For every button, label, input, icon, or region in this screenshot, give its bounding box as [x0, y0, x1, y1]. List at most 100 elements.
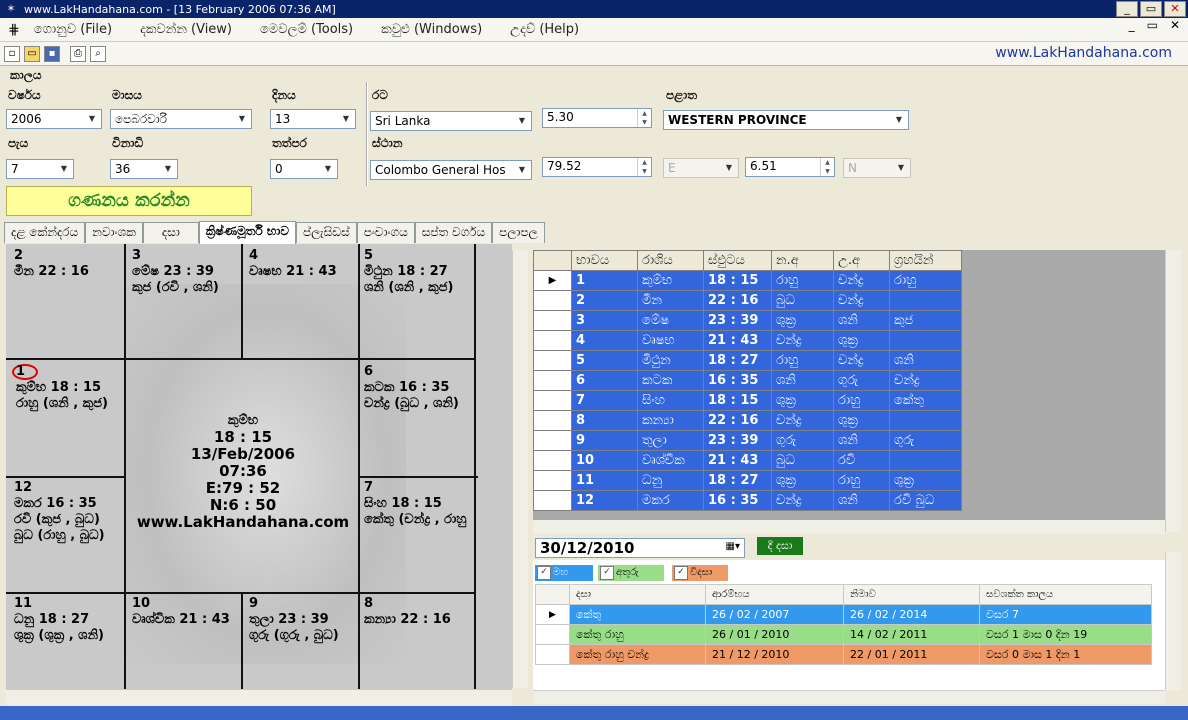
kp-cell[interactable] — [889, 410, 962, 431]
kp-cell[interactable]: රාහු — [771, 270, 834, 291]
kp-cell[interactable]: මිථුන — [637, 350, 704, 371]
second-select[interactable]: 0 ▼ — [270, 159, 338, 179]
col-nakshatra-lord[interactable]: න.අ — [771, 250, 834, 271]
kp-cell[interactable]: ගුරු — [771, 430, 834, 451]
kp-cell[interactable]: රවි බුධ — [889, 490, 962, 511]
close-button[interactable]: ✕ — [1164, 1, 1186, 17]
calendar-icon[interactable]: ▦▾ — [726, 541, 740, 552]
house-12[interactable]: 12 මකර 16 : 35 රවි (කුජ , බුධ) බුධ (රාහු , … — [14, 480, 105, 544]
kp-row[interactable]: 6 කටක 16 : 35 ශනි ගුරු චන්ද්‍ර — [533, 370, 962, 391]
dasha-date-picker[interactable]: 30/12/2010 ▦▾ — [535, 538, 745, 558]
save-icon[interactable]: ▪ — [44, 45, 60, 62]
kp-row[interactable]: ▶ 1 කුම්භ 18 : 15 රාහු චන්ද්‍ර රාහු — [533, 270, 962, 291]
kp-cell[interactable]: 23 : 39 — [703, 430, 772, 451]
col-rashi[interactable]: රාශිය — [637, 250, 704, 271]
house-8[interactable]: 8 කන්‍යා 22 : 16 — [364, 596, 451, 628]
kp-cell[interactable]: ගුරු — [889, 430, 962, 451]
menu-view[interactable]: දකවන්න (View) — [140, 22, 232, 37]
tab-panchanga[interactable]: පංචාංගය — [356, 222, 415, 243]
kp-cell[interactable]: තුලා — [637, 430, 704, 451]
calculate-button[interactable]: ගණනය කරන්න — [6, 186, 252, 216]
dasha-row[interactable]: කේතු රාහු චන්ද්‍ර 21 / 12 / 2010 22 / 01 /… — [535, 644, 1152, 665]
latitude-spinner[interactable]: 6.51 ▲ ▼ — [745, 157, 835, 177]
new-icon[interactable]: ▫ — [4, 45, 20, 62]
row-selector[interactable] — [533, 450, 572, 471]
kp-cell[interactable]: වෘෂභ — [637, 330, 704, 351]
dasha-cell[interactable]: 22 / 01 / 2011 — [843, 644, 980, 665]
row-selector[interactable] — [533, 410, 572, 431]
dasha-row[interactable]: කේතු රාහු 26 / 01 / 2010 14 / 02 / 2011 වසර… — [535, 624, 1152, 645]
kp-cell[interactable]: ගුරු — [833, 370, 890, 391]
hour-select[interactable]: 7 ▼ — [6, 159, 74, 179]
tab-saptha-varga[interactable]: සප්ත වර්ගය — [414, 222, 493, 243]
dasha-cell[interactable]: 26 / 02 / 2014 — [843, 604, 980, 625]
menu-tools[interactable]: මෙවලම් (Tools) — [260, 22, 353, 37]
kp-row[interactable]: 5 මිථුන 18 : 27 රාහු චන්ද්‍ර ශනි — [533, 350, 962, 371]
dasha-cell[interactable]: 26 / 01 / 2010 — [705, 624, 844, 645]
kp-cell[interactable]: 9 — [571, 430, 638, 451]
tab-placidus[interactable]: ප්ලැසිඩස් — [295, 222, 357, 243]
kp-cell[interactable]: 22 : 16 — [703, 410, 772, 431]
kp-cell[interactable]: සිංහ — [637, 390, 704, 411]
website-link[interactable]: www.LakHandahana.com — [995, 45, 1172, 61]
row-selector[interactable] — [533, 330, 572, 351]
house-3[interactable]: 3 මේෂ 23 : 39 කුජ (රවි , ශනි) — [132, 248, 219, 296]
mdi-close-button[interactable]: ✕ — [1170, 18, 1180, 32]
tab-navamsha[interactable]: නවාංශක — [85, 222, 143, 243]
col-bhava[interactable]: භාවය — [571, 250, 638, 271]
kp-cell[interactable]: රාහු — [833, 390, 890, 411]
kp-cell[interactable]: ශුක්‍ර — [771, 310, 834, 331]
kp-cell[interactable]: බුධ — [771, 450, 834, 471]
col-duration[interactable]: සවශක්ත කාලය — [979, 584, 1152, 605]
menu-windows[interactable]: කවුළු (Windows) — [381, 22, 482, 37]
col-sphuta[interactable]: ස්ඵුටය — [703, 250, 772, 271]
tab-krishnamurti[interactable]: ක්‍රිෂ්ණමූර්ති භාව — [198, 221, 296, 244]
day-select[interactable]: 13 ▼ — [270, 109, 356, 129]
kp-cell[interactable]: 1 — [571, 270, 638, 291]
dasha-cell[interactable]: කේතු — [569, 604, 706, 625]
kp-cell[interactable]: ශනි — [771, 370, 834, 391]
menu-file[interactable]: ගොනුව (File) — [34, 22, 112, 37]
kp-cell[interactable]: රාහු — [771, 350, 834, 371]
kp-cell[interactable]: 21 : 43 — [703, 330, 772, 351]
timezone-spinner[interactable]: 5.30 ▲ ▼ — [542, 108, 652, 128]
kp-cell[interactable] — [889, 330, 962, 351]
tab-chart[interactable]: දළ කේන්දරය — [4, 222, 86, 243]
print-icon[interactable]: ⎙ — [70, 45, 86, 62]
kp-cell[interactable]: ශුක්‍ර — [771, 470, 834, 491]
kp-cell[interactable]: 12 — [571, 490, 638, 511]
kp-cell[interactable] — [889, 290, 962, 311]
kp-row[interactable]: 9 තුලා 23 : 39 ගුරු ශනි ගුරු — [533, 430, 962, 451]
kp-cell[interactable]: කුම්භ — [637, 270, 704, 291]
kp-cell[interactable]: කටක — [637, 370, 704, 391]
col-sub-lord[interactable]: උ.අ — [833, 250, 890, 271]
kp-cell[interactable]: 10 — [571, 450, 638, 471]
kp-cell[interactable]: රවි — [833, 450, 890, 471]
kp-cell[interactable]: චන්ද්‍ර — [833, 270, 890, 291]
kp-cell[interactable]: 3 — [571, 310, 638, 331]
row-selector[interactable] — [533, 470, 572, 491]
kp-cell[interactable]: බුධ — [771, 290, 834, 311]
row-selector[interactable] — [533, 430, 572, 451]
spin-arrows-icon[interactable]: ▲ ▼ — [637, 158, 651, 176]
mdi-restore-button[interactable]: ▭ — [1147, 18, 1158, 32]
dasha-vertical-scrollbar[interactable] — [1165, 552, 1181, 690]
kp-cell[interactable]: 8 — [571, 410, 638, 431]
house-6[interactable]: 6 කටක 16 : 35 චන්ද්‍ර (බුධ , ශනි) — [364, 364, 459, 412]
chart-horizontal-scrollbar[interactable] — [6, 689, 512, 705]
menu-help[interactable]: උදව් (Help) — [510, 22, 579, 37]
house-7[interactable]: 7 සිංහ 18 : 15 කේතු (චන්ද්‍ර , රාහු — [364, 480, 466, 528]
kp-cell[interactable] — [889, 450, 962, 471]
kp-cell[interactable]: රාහු — [833, 470, 890, 491]
kp-cell[interactable]: මකර — [637, 490, 704, 511]
kp-cell[interactable]: 22 : 16 — [703, 290, 772, 311]
kp-row[interactable]: 12 මකර 16 : 35 චන්ද්‍ර ශනි රවි බුධ — [533, 490, 962, 511]
row-selector[interactable] — [533, 390, 572, 411]
kp-cell[interactable]: චන්ද්‍ර — [833, 350, 890, 371]
mdi-minimize-button[interactable]: _ — [1129, 18, 1135, 32]
tab-palapala[interactable]: පලාපල — [492, 222, 545, 243]
row-selector[interactable] — [533, 370, 572, 391]
kp-cell[interactable]: 2 — [571, 290, 638, 311]
grid-vertical-scrollbar[interactable] — [1165, 250, 1181, 532]
kp-row[interactable]: 10 වෘශ්චික 21 : 43 බුධ රවි — [533, 450, 962, 471]
